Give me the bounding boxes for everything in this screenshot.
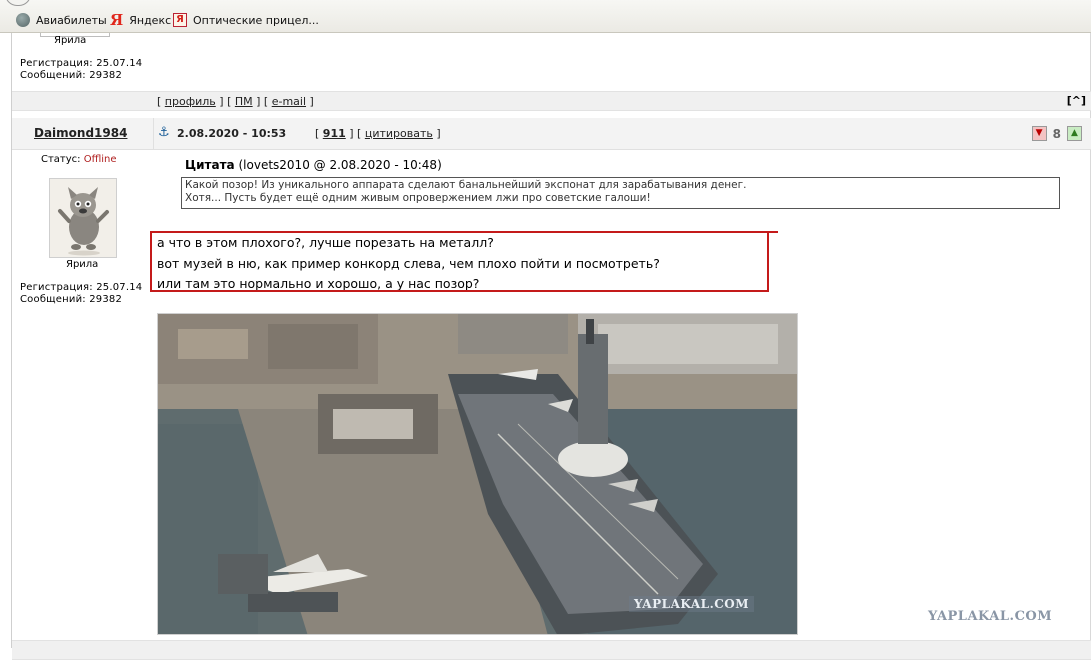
- user-title: Ярила: [66, 259, 99, 270]
- bookmark-label: Яндекс: [129, 13, 172, 27]
- rating-control: ▼ 8 ▲: [1031, 126, 1082, 141]
- post-number-link[interactable]: 911: [323, 127, 346, 140]
- profile-link[interactable]: профиль: [165, 95, 216, 108]
- prev-user-title: Ярила: [54, 35, 87, 46]
- user-meta: Регистрация: 25.07.14 Сообщений: 29382: [20, 282, 142, 306]
- page-watermark: YAPLAKAL.COM: [928, 609, 1053, 624]
- yandex-square-icon: Я: [173, 13, 187, 27]
- thumb-up-icon[interactable]: ▲: [1067, 126, 1082, 141]
- avatar[interactable]: [49, 178, 117, 258]
- pm-link[interactable]: ПМ: [235, 95, 253, 108]
- thumb-down-icon[interactable]: ▼: [1031, 126, 1047, 141]
- quote-title: Цитата (lovets2010 @ 2.08.2020 - 10:48): [185, 158, 442, 172]
- cat-avatar-icon: [50, 179, 116, 257]
- status-badge: Offline: [83, 154, 117, 165]
- yandex-icon: Я: [110, 11, 124, 29]
- quote-line: Хотя... Пусть будет ещё одним живым опро…: [185, 192, 651, 204]
- message-count: Сообщений: 29382: [20, 294, 123, 305]
- divider: [153, 118, 154, 150]
- post-links-bar: [ профиль ] [ ПМ ] [ e-mail ] [^]: [12, 91, 1091, 111]
- user-status: Статус: Offline: [41, 154, 117, 165]
- registration-date: Регистрация: 25.07.14: [20, 58, 143, 69]
- quote-box: Какой позор! Из уникального аппарата сде…: [181, 177, 1060, 209]
- highlight-frame-tail: [765, 231, 778, 233]
- prev-user-meta: Регистрация: 25.07.14 Сообщений: 29382: [20, 58, 142, 82]
- bookmarks-toolbar: Авиабилеты Я Яндекс Я Оптические прицел.…: [0, 0, 1091, 33]
- message-count: Сообщений: 29382: [20, 70, 123, 81]
- photo-watermark: YAPLAKAL.COM: [629, 596, 755, 612]
- bookmark-yandex[interactable]: Я Яндекс: [110, 12, 171, 28]
- bookmark-label: Оптические прицел...: [193, 13, 319, 27]
- quote-line: Какой позор! Из уникального аппарата сде…: [185, 179, 747, 191]
- registration-date: Регистрация: 25.07.14: [20, 282, 143, 293]
- bookmark-optical[interactable]: Я Оптические прицел...: [173, 12, 319, 28]
- scroll-top-button[interactable]: [^]: [1067, 94, 1086, 107]
- highlight-frame: [150, 231, 769, 292]
- post-links: [ профиль ] [ ПМ ] [ e-mail ]: [157, 95, 314, 108]
- post-header-links: [ 911 ] [ цитировать ]: [315, 127, 441, 140]
- post-author-link[interactable]: Daimond1984: [34, 126, 127, 140]
- bookmark-label: Авиабилеты: [36, 13, 107, 27]
- post-header: Daimond1984 ⚓ 2.08.2020 - 10:53 [ 911 ] …: [12, 118, 1091, 150]
- email-link[interactable]: e-mail: [272, 95, 306, 108]
- quote-link[interactable]: цитировать: [365, 127, 433, 140]
- post-photo[interactable]: [157, 313, 798, 635]
- bookmark-aviabilety[interactable]: Авиабилеты: [16, 12, 107, 28]
- anchor-icon[interactable]: ⚓: [158, 125, 170, 140]
- browser-tab-fragment: [5, 0, 31, 6]
- post-links-bar-bottom: [12, 640, 1091, 660]
- post-date: 2.08.2020 - 10:53: [177, 127, 287, 140]
- rating-value: 8: [1052, 126, 1061, 141]
- aircraft-carrier-photo: [158, 314, 797, 634]
- globe-icon: [16, 13, 30, 27]
